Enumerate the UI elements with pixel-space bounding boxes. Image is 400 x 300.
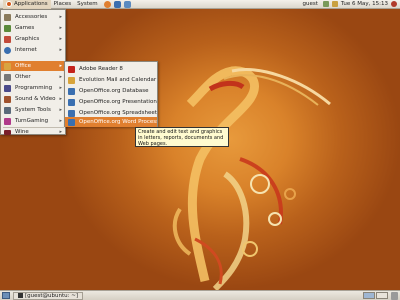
volume-icon[interactable]	[331, 1, 338, 7]
submenu-arrow-icon: ▸	[59, 107, 62, 113]
taskbar-terminal-button[interactable]: [guest@ubuntu: ~]	[13, 291, 83, 300]
user-name[interactable]: guest	[301, 1, 320, 7]
menu-item-label: Office	[15, 63, 32, 69]
workspace-switcher	[363, 292, 388, 299]
menu-item-ooo-database[interactable]: OpenOffice.org Database	[65, 86, 157, 96]
network-icon[interactable]	[322, 1, 329, 7]
bottom-panel: [guest@ubuntu: ~]	[0, 290, 400, 300]
menu-item-evolution[interactable]: Evolution Mail and Calendar	[65, 75, 157, 85]
wine-icon	[4, 129, 11, 135]
menu-item-label: Evolution Mail and Calendar	[79, 77, 157, 83]
ubuntu-logo-icon	[6, 1, 12, 7]
ooo-database-icon	[68, 87, 75, 95]
menu-item-turngaming[interactable]: TurnGaming ▸	[1, 116, 65, 126]
menu-item-label: OpenOffice.org Presentation	[79, 99, 157, 105]
submenu-arrow-icon: ▸	[59, 25, 62, 31]
system-tools-icon	[4, 106, 11, 114]
firefox-launcher-icon[interactable]	[103, 0, 111, 8]
terminal-icon	[18, 293, 23, 298]
submenu-arrow-icon: ▸	[59, 63, 62, 69]
menu-item-label: Graphics	[15, 36, 40, 42]
office-icon	[4, 62, 11, 70]
submenu-arrow-icon: ▸	[59, 47, 62, 53]
submenu-arrow-icon: ▸	[59, 96, 62, 102]
ooo-writer-icon	[68, 118, 75, 126]
tooltip: Create and edit text and graphics in let…	[135, 127, 229, 147]
menu-item-office[interactable]: Office ▸	[1, 61, 65, 71]
menu-item-ooo-writer[interactable]: OpenOffice.org Word Processor	[65, 117, 157, 127]
top-panel: Applications Places System guest Tue 6 M…	[0, 0, 400, 9]
internet-icon	[4, 46, 11, 54]
clock[interactable]: Tue 6 May, 15:13	[341, 1, 388, 7]
menu-item-label: Games	[15, 25, 35, 31]
evolution-icon	[68, 76, 75, 84]
submenu-arrow-icon: ▸	[59, 85, 62, 91]
menu-item-ooo-presentation[interactable]: OpenOffice.org Presentation	[65, 97, 157, 107]
menu-item-label: System Tools	[15, 107, 51, 113]
places-label: Places	[53, 1, 72, 7]
office-submenu: Adobe Reader 8 Evolution Mail and Calend…	[64, 61, 158, 127]
menu-item-label: OpenOffice.org Spreadsheet	[79, 110, 157, 116]
menu-item-internet[interactable]: Internet ▸	[1, 45, 65, 55]
menu-item-programming[interactable]: Programming ▸	[1, 83, 65, 93]
workspace-1[interactable]	[363, 292, 375, 299]
programming-icon	[4, 84, 11, 92]
ooo-presentation-icon	[68, 98, 75, 106]
menu-item-label: Other	[15, 74, 31, 80]
applications-menu: Accessories ▸ Games ▸ Graphics ▸ Interne…	[0, 9, 66, 135]
trash-icon[interactable]	[391, 291, 398, 300]
sound-video-icon	[4, 95, 11, 103]
menu-item-label: Adobe Reader 8	[79, 66, 123, 72]
menu-item-label: Accessories	[15, 14, 48, 20]
submenu-arrow-icon: ▸	[59, 74, 62, 80]
places-menu-button[interactable]: Places	[51, 0, 75, 9]
menu-separator	[3, 127, 64, 128]
ooo-spreadsheet-icon	[68, 109, 75, 117]
taskbar-label: [guest@ubuntu: ~]	[25, 292, 78, 299]
menu-item-games[interactable]: Games ▸	[1, 23, 65, 33]
menu-item-other[interactable]: Other ▸	[1, 72, 65, 82]
applications-label: Applications	[14, 1, 48, 7]
menu-item-label: OpenOffice.org Database	[79, 88, 149, 94]
shutdown-icon[interactable]	[391, 1, 397, 7]
menu-item-adobe-reader[interactable]: Adobe Reader 8	[65, 64, 157, 74]
menu-item-label: Sound & Video	[15, 96, 56, 102]
menu-item-label: OpenOffice.org Word Processor	[79, 119, 157, 125]
graphics-icon	[4, 35, 11, 43]
show-desktop-icon[interactable]	[2, 292, 10, 299]
submenu-arrow-icon: ▸	[59, 14, 62, 20]
submenu-arrow-icon: ▸	[59, 129, 62, 135]
menu-item-label: Wine	[15, 129, 29, 135]
other-icon	[4, 73, 11, 81]
system-label: System	[77, 1, 98, 7]
menu-item-label: TurnGaming	[15, 118, 49, 124]
menu-item-label: Programming	[15, 85, 53, 91]
help-launcher-icon[interactable]	[123, 0, 131, 8]
menu-item-accessories[interactable]: Accessories ▸	[1, 12, 65, 22]
mail-launcher-icon[interactable]	[113, 0, 121, 8]
menu-item-sound-video[interactable]: Sound & Video ▸	[1, 94, 65, 104]
submenu-arrow-icon: ▸	[59, 118, 62, 124]
submenu-arrow-icon: ▸	[59, 36, 62, 42]
menu-item-graphics[interactable]: Graphics ▸	[1, 34, 65, 44]
games-icon	[4, 24, 11, 32]
system-menu-button[interactable]: System	[74, 0, 101, 9]
menu-item-label: Internet	[15, 47, 37, 53]
workspace-2[interactable]	[376, 292, 388, 299]
applications-menu-button[interactable]: Applications	[3, 0, 51, 9]
menu-item-system-tools[interactable]: System Tools ▸	[1, 105, 65, 115]
menu-item-wine[interactable]: Wine ▸	[1, 129, 65, 135]
turngaming-icon	[4, 117, 11, 125]
accessories-icon	[4, 13, 11, 21]
adobe-reader-icon	[68, 65, 75, 73]
